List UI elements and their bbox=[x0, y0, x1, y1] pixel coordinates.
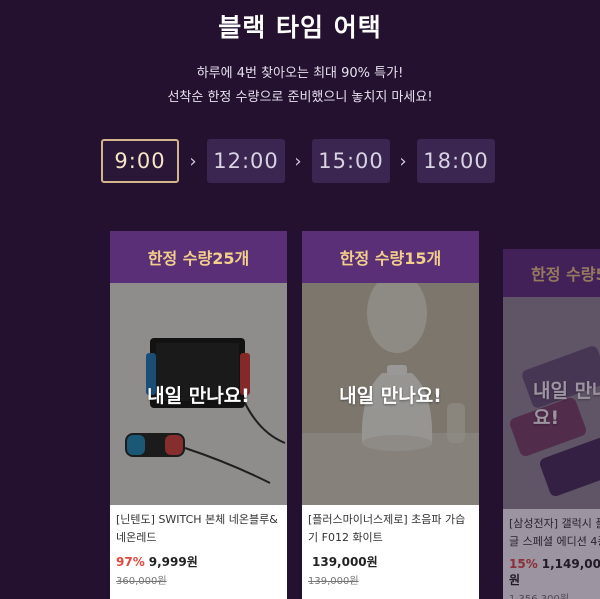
product-card-switch[interactable]: 한정 수량25개 내일 만나요! [닌텐도] SWITCH 본체 네온블루& 네… bbox=[110, 231, 287, 599]
product-image[interactable]: 내일 만나요! bbox=[302, 283, 479, 505]
tab-label: 15:00 bbox=[318, 149, 384, 173]
sale-price: 9,999원 bbox=[148, 555, 198, 569]
quantity-badge: 한정 수량25개 bbox=[110, 231, 287, 283]
product-name[interactable]: [플러스마이너스제로] 초음파 가습기 F012 화이트 bbox=[308, 511, 473, 549]
sold-out-overlay: 내일 만나요! bbox=[110, 283, 287, 505]
product-card-galaxy[interactable]: 한정 수량5 내일 만나요! [삼성전자] 갤럭시 플립 글 스페셜 에디션 4… bbox=[503, 249, 600, 599]
tab-9-00[interactable]: 9:00 bbox=[101, 139, 179, 183]
price-row: 97% 9,999원 bbox=[116, 553, 281, 570]
tab-12-00[interactable]: 12:00 bbox=[207, 139, 285, 183]
tab-label: 12:00 bbox=[213, 149, 279, 173]
quantity-badge: 한정 수량5 bbox=[503, 249, 600, 297]
product-name[interactable]: [닌텐도] SWITCH 본체 네온블루& 네온레드 bbox=[116, 511, 281, 549]
product-info: [삼성전자] 갤럭시 플립 글 스페셜 에디션 4종 15%1,149,000원… bbox=[503, 509, 600, 599]
sale-price: 139,000원 bbox=[312, 555, 378, 569]
sold-out-overlay: 내일 만나요! bbox=[302, 283, 479, 505]
chevron-right-icon: › bbox=[399, 150, 407, 172]
product-card-humidifier[interactable]: 한정 수량15개 내일 만나요! [플러스마이너스제로] 초음파 가습기 F01… bbox=[302, 231, 479, 599]
product-name[interactable]: [삼성전자] 갤럭시 플립 글 스페셜 에디션 4종 bbox=[509, 515, 600, 553]
quantity-badge: 한정 수량15개 bbox=[302, 231, 479, 283]
chevron-right-icon: › bbox=[294, 150, 302, 172]
tab-label: 18:00 bbox=[423, 149, 489, 173]
product-image[interactable]: 내일 만나요! bbox=[110, 283, 287, 505]
product-info: [닌텐도] SWITCH 본체 네온블루& 네온레드 97% 9,999원 360… bbox=[110, 505, 287, 587]
price-row: 139,000원 bbox=[308, 553, 473, 570]
original-price: 139,000원 bbox=[308, 576, 359, 587]
subtitle-line-1: 하루에 4번 찾아오는 최대 90% 특가! bbox=[196, 66, 404, 81]
chevron-right-icon: › bbox=[189, 150, 197, 172]
sold-out-overlay: 내일 만나요! bbox=[503, 297, 600, 509]
original-price: 360,000원 bbox=[116, 576, 167, 587]
tab-label: 9:00 bbox=[114, 149, 166, 173]
original-price: 1,356,300원 bbox=[509, 590, 600, 599]
page-title: 블랙 타임 어택 bbox=[218, 13, 382, 42]
discount-rate: 15% bbox=[509, 557, 538, 571]
price-row: 15%1,149,000원 bbox=[509, 557, 600, 588]
product-image[interactable]: 내일 만나요! bbox=[503, 297, 600, 509]
subtitle-line-2: 선착순 한정 수량으로 준비했으니 놓치지 마세요! bbox=[167, 90, 433, 105]
tab-15-00[interactable]: 15:00 bbox=[312, 139, 390, 183]
discount-rate: 97% bbox=[116, 555, 145, 569]
tab-18-00[interactable]: 18:00 bbox=[417, 139, 495, 183]
product-info: [플러스마이너스제로] 초음파 가습기 F012 화이트 139,000원 13… bbox=[302, 505, 479, 587]
